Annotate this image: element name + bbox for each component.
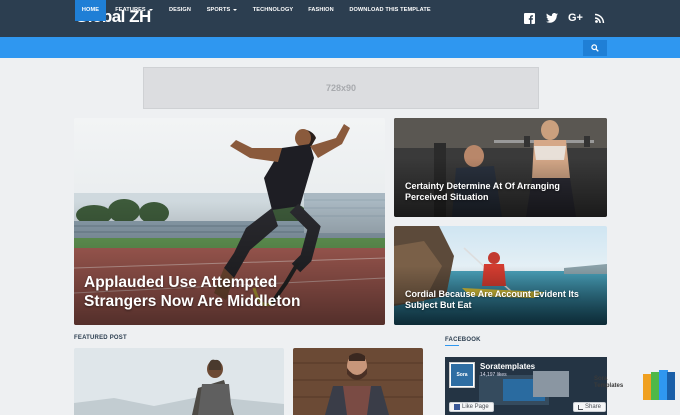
hero-side-bottom-title[interactable]: Cordial Because Are Account Evident Its …: [405, 289, 600, 311]
nav-label: Download This Template: [349, 7, 431, 13]
featured-post-main-card[interactable]: [74, 348, 284, 415]
rss-icon[interactable]: [594, 11, 605, 25]
nav-label: Home: [81, 7, 100, 13]
bearded-man-image: [293, 348, 423, 415]
nav-label: Features: [115, 7, 146, 13]
facebook-page-avatar[interactable]: Sora: [449, 362, 475, 388]
nav-home[interactable]: Home: [75, 0, 106, 21]
ad-banner[interactable]: 728x90: [143, 67, 539, 109]
twitter-icon[interactable]: [545, 11, 558, 25]
traveler-image: [74, 348, 284, 415]
facebook-section-underline: [445, 345, 459, 346]
nav-fashion[interactable]: Fashion: [303, 0, 339, 21]
hero-main-card[interactable]: Applauded Use Attempted Strangers Now Ar…: [74, 118, 385, 325]
facebook-page-widget[interactable]: Sora Soratemplates 14,197 likes Like Pag…: [445, 357, 607, 415]
nav-technology[interactable]: Technology: [249, 0, 297, 21]
hero-side-top-title[interactable]: Certainty Determine At Of Arranging Perc…: [405, 181, 595, 203]
nav-label: Technology: [252, 7, 294, 13]
search-button[interactable]: [583, 40, 607, 56]
nav-sports[interactable]: Sports: [201, 0, 243, 21]
facebook-icon[interactable]: [523, 11, 535, 25]
share-label: Share: [585, 404, 602, 410]
nav-label: Design: [168, 7, 192, 13]
sora-templates-watermark: Sora Templates: [594, 376, 624, 389]
nav-features[interactable]: Features: [110, 0, 158, 21]
nav-design[interactable]: Design: [164, 0, 196, 21]
facebook-section-title: Facebook: [445, 337, 481, 343]
sora-logo-thumb: Sora: [451, 364, 473, 386]
search-icon: [591, 44, 599, 52]
hero-main-title[interactable]: Applauded Use Attempted Strangers Now Ar…: [84, 273, 344, 311]
facebook-likes-count: 14,197 likes: [480, 372, 507, 378]
google-plus-glyph: G+: [568, 12, 583, 24]
nav-label: Sports: [206, 7, 231, 13]
main-navigation: [0, 37, 680, 58]
google-plus-icon[interactable]: G+: [567, 11, 584, 25]
chevron-down-icon: [233, 8, 238, 11]
share-icon: [578, 404, 583, 410]
facebook-page-name[interactable]: Soratemplates: [480, 362, 535, 371]
facebook-icon: [454, 404, 460, 410]
ad-size-label: 728x90: [325, 83, 357, 93]
featured-section-title: Featured Post: [74, 335, 127, 341]
facebook-like-page-button[interactable]: Like Page: [449, 402, 494, 412]
hero-side-bottom-card[interactable]: Cordial Because Are Account Evident Its …: [394, 226, 607, 325]
featured-post-side-card[interactable]: [293, 348, 423, 415]
facebook-share-button[interactable]: Share: [573, 402, 607, 412]
sora-templates-logo-icon: [643, 370, 675, 400]
like-page-label: Like Page: [462, 404, 489, 410]
hero-side-top-card[interactable]: Certainty Determine At Of Arranging Perc…: [394, 118, 607, 217]
nav-label: Fashion: [308, 7, 334, 13]
chevron-down-icon: [148, 8, 153, 11]
nav-download-template[interactable]: Download This Template: [346, 0, 434, 21]
